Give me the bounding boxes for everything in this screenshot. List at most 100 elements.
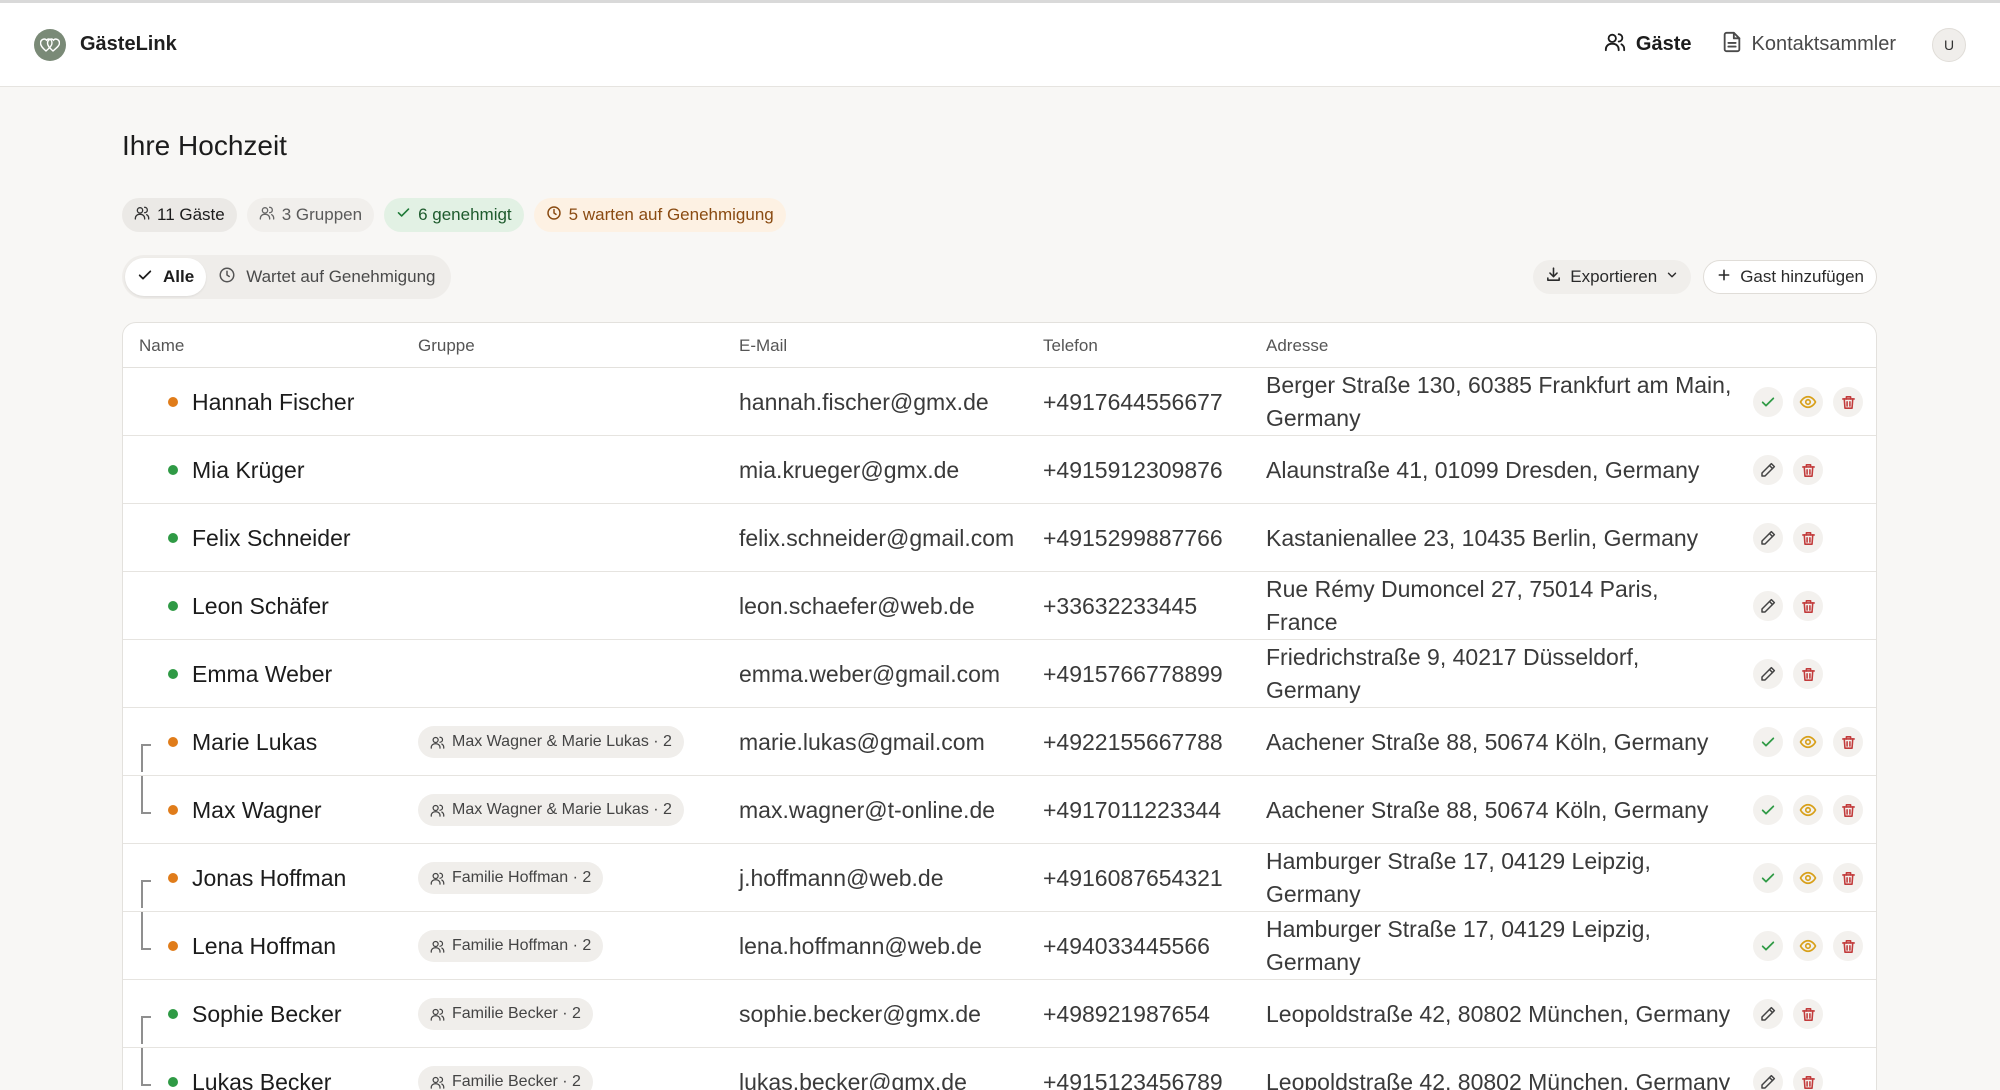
table-row[interactable]: Marie Lukas Max Wagner & Marie Lukas · 2… bbox=[123, 708, 1876, 776]
group-badge[interactable]: Familie Becker · 2 bbox=[418, 998, 593, 1030]
group-bracket bbox=[141, 1016, 151, 1044]
approve-button[interactable] bbox=[1753, 387, 1783, 417]
header-address[interactable]: Adresse bbox=[1266, 336, 1328, 356]
approve-button[interactable] bbox=[1753, 727, 1783, 757]
group-badge[interactable]: Familie Hoffman · 2 bbox=[418, 930, 604, 962]
phone-cell: +498921987654 bbox=[1043, 1000, 1210, 1027]
add-guest-label: Gast hinzufügen bbox=[1740, 267, 1864, 286]
delete-button[interactable] bbox=[1793, 659, 1823, 689]
name-cell: Jonas Hoffman bbox=[168, 844, 408, 912]
view-button[interactable] bbox=[1793, 795, 1823, 825]
plus-icon bbox=[1716, 267, 1732, 288]
edit-button[interactable] bbox=[1753, 523, 1783, 553]
table-row[interactable]: Leon Schäfer leon.schaefer@web.de +33632… bbox=[123, 572, 1876, 640]
header-phone[interactable]: Telefon bbox=[1043, 336, 1098, 356]
edit-button[interactable] bbox=[1753, 999, 1783, 1029]
phone-cell: +4915912309876 bbox=[1043, 456, 1223, 483]
filter-tabs: Alle Wartet auf Genehmigung bbox=[122, 255, 451, 299]
user-avatar[interactable]: U bbox=[1932, 27, 1966, 62]
users-icon bbox=[1604, 31, 1626, 59]
stat-guests: 11 Gäste bbox=[122, 198, 237, 232]
phone-cell: +4917644556677 bbox=[1043, 388, 1223, 415]
header-group[interactable]: Gruppe bbox=[418, 336, 475, 356]
approve-button[interactable] bbox=[1753, 795, 1783, 825]
filter-all[interactable]: Alle bbox=[125, 258, 207, 296]
trash-icon bbox=[1800, 1074, 1817, 1090]
group-badge[interactable]: Familie Becker · 2 bbox=[418, 1066, 593, 1090]
email-cell: marie.lukas@gmail.com bbox=[739, 728, 985, 755]
nav-collector-label: Kontaktsammler bbox=[1751, 33, 1897, 55]
add-guest-button[interactable]: Gast hinzufügen bbox=[1703, 260, 1877, 294]
row-actions bbox=[1753, 912, 1863, 980]
trash-icon bbox=[1840, 938, 1857, 955]
email-cell: mia.krueger@gmx.de bbox=[739, 456, 960, 483]
pencil-icon bbox=[1759, 461, 1777, 479]
view-button[interactable] bbox=[1793, 727, 1823, 757]
view-button[interactable] bbox=[1793, 863, 1823, 893]
group-badge-label: Max Wagner & Marie Lukas · 2 bbox=[452, 801, 672, 818]
table-row[interactable]: Felix Schneider felix.schneider@gmail.co… bbox=[123, 504, 1876, 572]
row-actions bbox=[1753, 844, 1863, 912]
address-cell: Leopoldstraße 42, 80802 München, Germany bbox=[1266, 1068, 1731, 1090]
guest-name: Hannah Fischer bbox=[192, 388, 355, 415]
trash-icon bbox=[1840, 870, 1857, 887]
delete-button[interactable] bbox=[1833, 795, 1863, 825]
table-row[interactable]: Lena Hoffman Familie Hoffman · 2 lena.ho… bbox=[123, 912, 1876, 980]
approve-button[interactable] bbox=[1753, 931, 1783, 961]
name-cell: Max Wagner bbox=[168, 776, 408, 844]
group-badge-label: Familie Becker · 2 bbox=[452, 1073, 581, 1090]
users-icon bbox=[134, 205, 150, 226]
stat-groups-label: 3 Gruppen bbox=[281, 205, 363, 224]
delete-button[interactable] bbox=[1833, 387, 1863, 417]
delete-button[interactable] bbox=[1793, 523, 1823, 553]
trash-icon bbox=[1840, 802, 1857, 819]
chevron-down-icon bbox=[1665, 267, 1679, 287]
email-cell: j.hoffmann@web.de bbox=[739, 864, 944, 891]
delete-button[interactable] bbox=[1793, 591, 1823, 621]
edit-button[interactable] bbox=[1753, 455, 1783, 485]
group-badge[interactable]: Familie Hoffman · 2 bbox=[418, 862, 604, 894]
delete-button[interactable] bbox=[1833, 931, 1863, 961]
status-dot bbox=[168, 533, 178, 543]
email-cell: lena.hoffmann@web.de bbox=[739, 932, 982, 959]
delete-button[interactable] bbox=[1833, 863, 1863, 893]
nav-contact-collector[interactable]: Kontaktsammler bbox=[1722, 31, 1897, 59]
guest-name: Max Wagner bbox=[192, 796, 322, 823]
delete-button[interactable] bbox=[1793, 1067, 1823, 1090]
row-actions bbox=[1753, 776, 1863, 844]
export-button[interactable]: Exportieren bbox=[1533, 260, 1692, 294]
view-button[interactable] bbox=[1793, 387, 1823, 417]
edit-button[interactable] bbox=[1753, 591, 1783, 621]
table-row[interactable]: Emma Weber emma.weber@gmail.com +4915766… bbox=[123, 640, 1876, 708]
clock-icon bbox=[546, 205, 562, 226]
header-email[interactable]: E-Mail bbox=[739, 336, 787, 356]
brand[interactable]: GästeLink bbox=[34, 28, 177, 61]
edit-button[interactable] bbox=[1753, 659, 1783, 689]
group-bracket bbox=[141, 1048, 151, 1086]
group-badge[interactable]: Max Wagner & Marie Lukas · 2 bbox=[418, 794, 684, 826]
table-row[interactable]: Hannah Fischer hannah.fischer@gmx.de +49… bbox=[123, 368, 1876, 436]
group-badge[interactable]: Max Wagner & Marie Lukas · 2 bbox=[418, 726, 684, 758]
edit-button[interactable] bbox=[1753, 1067, 1783, 1090]
table-row[interactable]: Lukas Becker Familie Becker · 2 lukas.be… bbox=[123, 1048, 1876, 1090]
stat-approved: 6 genehmigt bbox=[384, 198, 524, 232]
header-name[interactable]: Name bbox=[139, 336, 184, 356]
table-row[interactable]: Jonas Hoffman Familie Hoffman · 2 j.hoff… bbox=[123, 844, 1876, 912]
email-cell: leon.schaefer@web.de bbox=[739, 592, 975, 619]
check-icon bbox=[1760, 734, 1776, 750]
eye-icon bbox=[1799, 733, 1817, 751]
nav-guests[interactable]: Gäste bbox=[1604, 31, 1692, 59]
table-row[interactable]: Max Wagner Max Wagner & Marie Lukas · 2 … bbox=[123, 776, 1876, 844]
delete-button[interactable] bbox=[1793, 455, 1823, 485]
download-icon bbox=[1545, 266, 1562, 288]
view-button[interactable] bbox=[1793, 931, 1823, 961]
group-cell: Familie Hoffman · 2 bbox=[418, 844, 604, 912]
name-cell: Lena Hoffman bbox=[168, 912, 408, 980]
approve-button[interactable] bbox=[1753, 863, 1783, 893]
table-row[interactable]: Sophie Becker Familie Becker · 2 sophie.… bbox=[123, 980, 1876, 1048]
table-row[interactable]: Mia Krüger mia.krueger@gmx.de +491591230… bbox=[123, 436, 1876, 504]
delete-button[interactable] bbox=[1793, 999, 1823, 1029]
status-dot bbox=[168, 1077, 178, 1087]
delete-button[interactable] bbox=[1833, 727, 1863, 757]
filter-pending[interactable]: Wartet auf Genehmigung bbox=[206, 258, 447, 296]
